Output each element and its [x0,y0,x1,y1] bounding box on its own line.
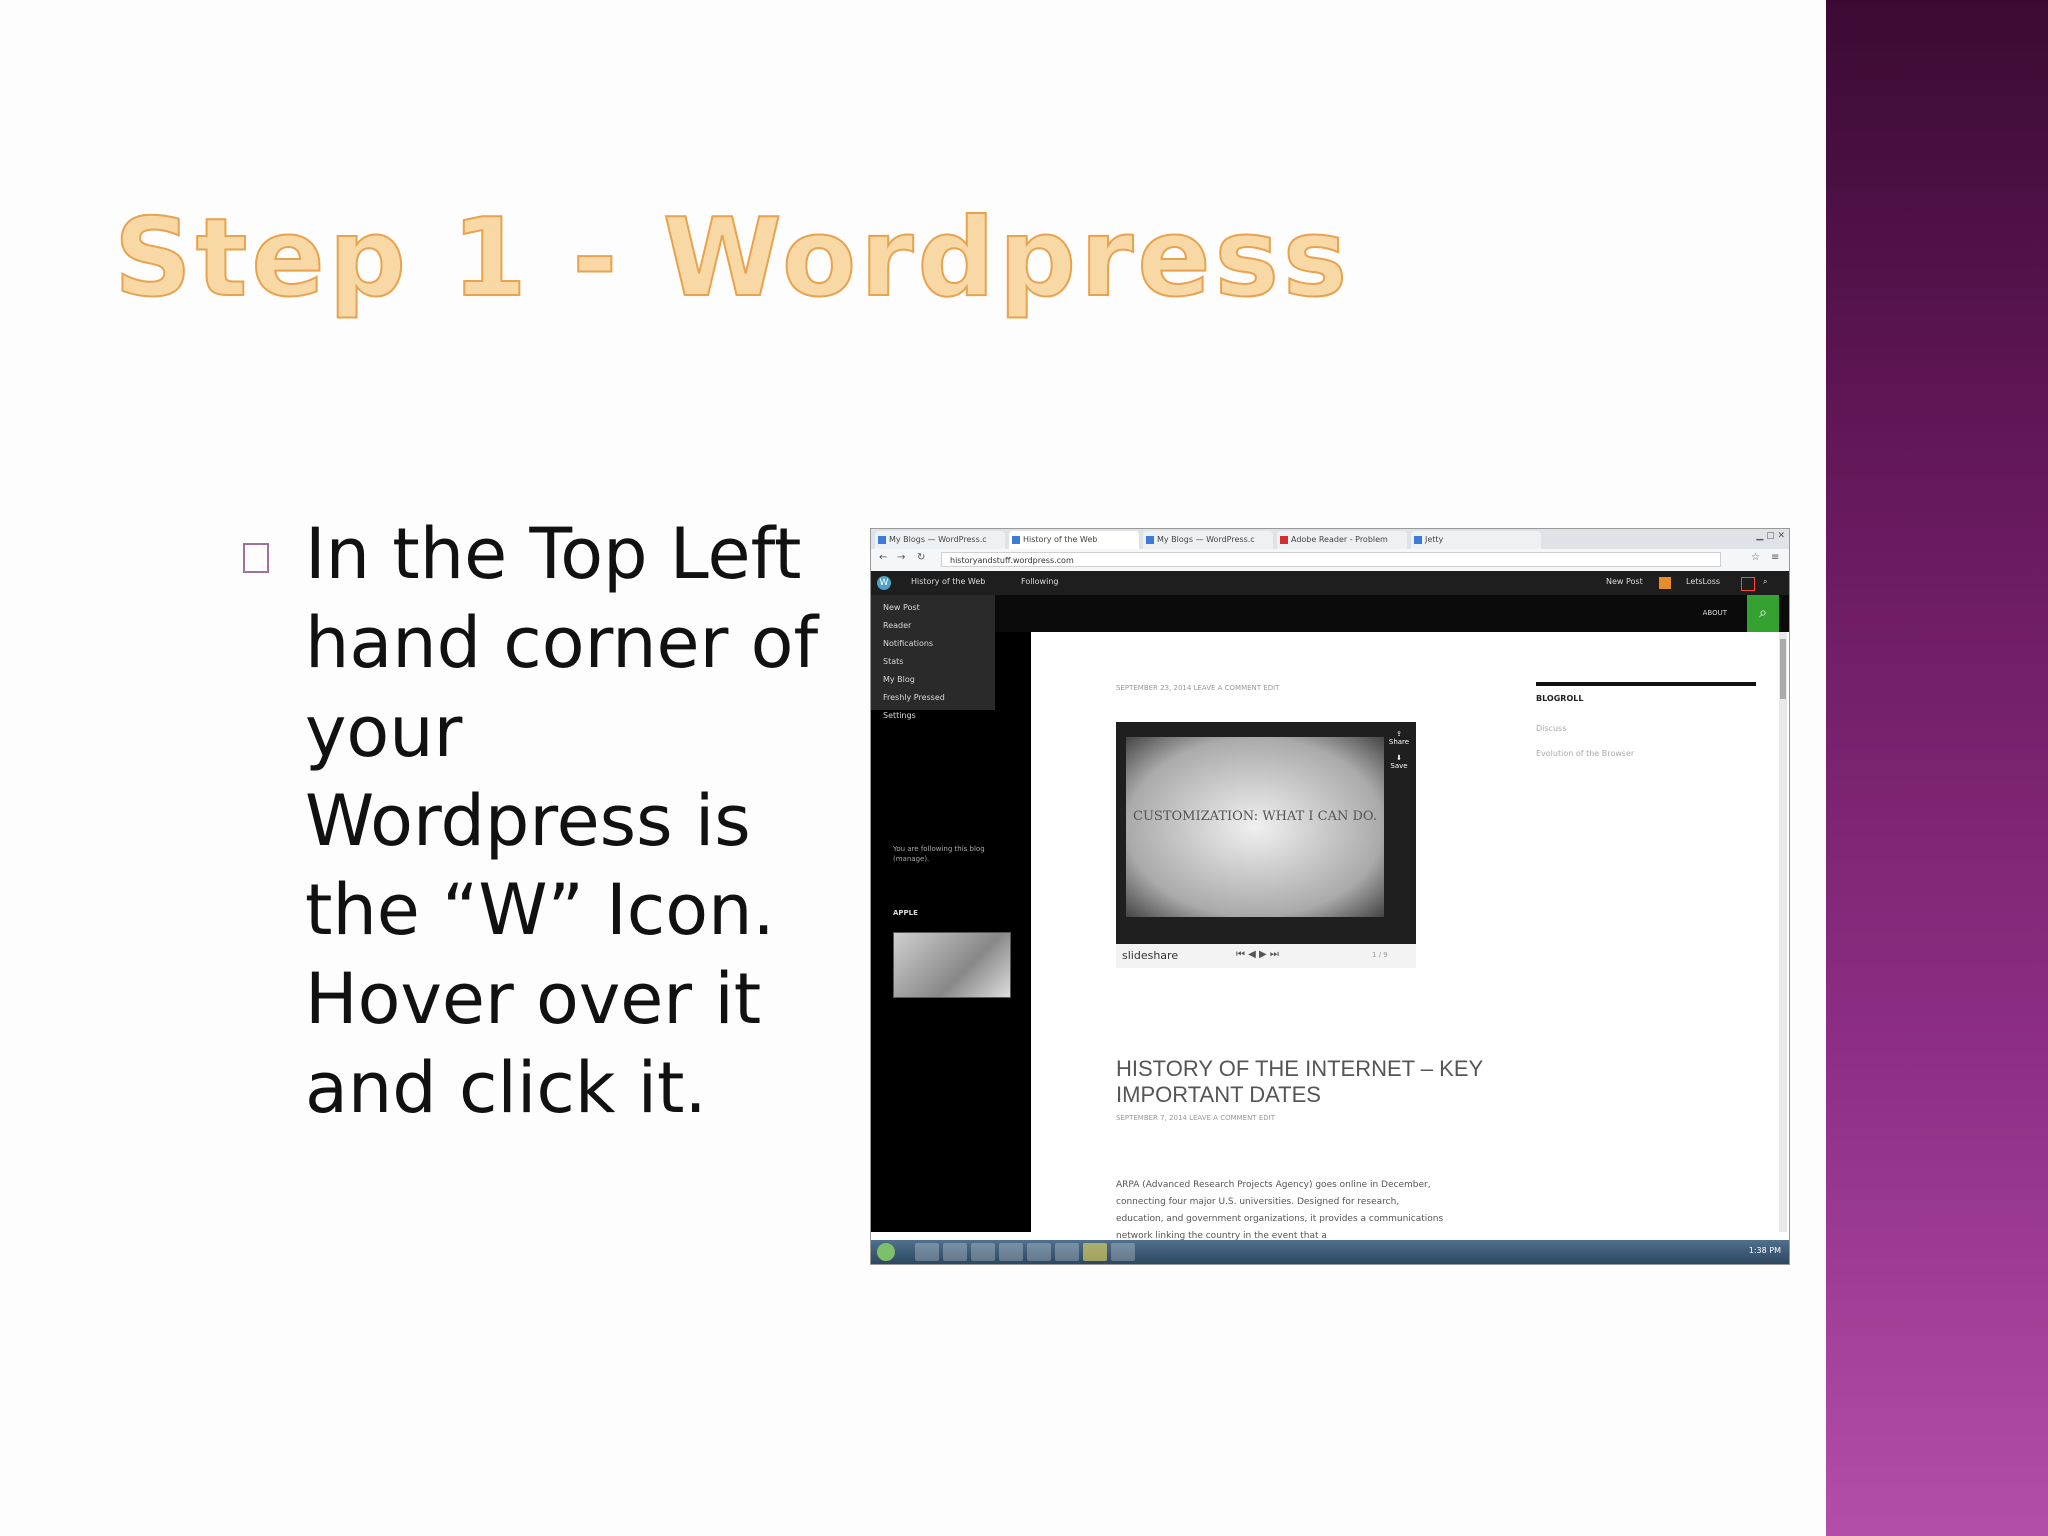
start-button[interactable] [877,1243,895,1261]
taskbar-app[interactable] [915,1243,939,1261]
dropdown-item-freshly-pressed[interactable]: Freshly Pressed [883,693,945,702]
wordpress-menu-dropdown: New Post Reader Notifications Stats My B… [871,595,995,720]
new-post-link[interactable]: New Post [1606,577,1643,586]
follow-note: You are following this blog (manage). [893,845,985,863]
menu-icon[interactable]: ≡ [1771,552,1779,563]
taskbar-app[interactable] [971,1243,995,1261]
bullet-text: In the Top Left hand corner of your Word… [305,513,819,1129]
player-controls[interactable]: ⏮ ◀ ▶ ⏭ [1236,949,1279,960]
notifications-icon[interactable] [1659,577,1671,589]
taskbar-app[interactable] [943,1243,967,1261]
phone-image [893,932,1011,998]
blogroll-divider [1536,682,1756,686]
bullet-marker-icon [243,543,269,573]
windows-taskbar: 1:38 PM [871,1240,1789,1264]
avatar[interactable] [1741,577,1755,591]
browser-tab[interactable]: My Blogs — WordPress.c [1143,531,1273,549]
post-meta: SEPTEMBER 7, 2014 LEAVE A COMMENT EDIT [1116,1114,1275,1122]
wordpress-admin-bar: W History of the Web Following New Post … [871,571,1789,595]
dropdown-item-my-blog[interactable]: My Blog [883,675,915,684]
download-icon[interactable]: ⬇ [1388,754,1410,762]
dropdown-item-stats[interactable]: Stats [883,657,903,666]
adobe-favicon-icon [1280,536,1288,544]
share-label: Share [1388,738,1410,746]
scrollbar[interactable] [1779,632,1787,1232]
wordpress-favicon-icon [1146,536,1154,544]
slide-preview: CUSTOMIZATION: WHAT I CAN DO. [1126,737,1384,917]
post-body: ARPA (Advanced Research Projects Agency)… [1116,1180,1444,1241]
site-header [871,595,1789,632]
forward-icon[interactable]: → [897,552,905,563]
slideshare-player-bar: slideshare ⏮ ◀ ▶ ⏭ 1 / 9 [1116,944,1416,968]
wordpress-screenshot: My Blogs — WordPress.c History of the We… [870,528,1790,1265]
nav-about[interactable]: ABOUT [1703,609,1727,617]
browser-tab-bar: My Blogs — WordPress.c History of the We… [871,529,1789,549]
following-link[interactable]: Following [1021,577,1058,586]
window-controls[interactable]: ▁ ▢ ✕ [1756,531,1785,541]
blogroll-heading: BLOGROLL [1536,694,1584,703]
reload-icon[interactable]: ↻ [917,552,925,563]
save-label: Save [1390,762,1408,770]
page-counter: 1 / 9 [1372,951,1388,959]
sidebar-label: APPLE [893,909,918,917]
user-menu[interactable]: LetsLoss [1686,577,1720,586]
embed-slide-title: CUSTOMIZATION: WHAT I CAN DO. [1133,809,1377,824]
site-name-link[interactable]: History of the Web [911,577,985,586]
back-icon[interactable]: ← [879,552,887,563]
blogroll-link[interactable]: Evolution of the Browser [1536,749,1634,758]
header-search-icon[interactable]: ⌕ [1747,595,1779,632]
slideshare-logo: slideshare [1122,949,1179,962]
blogroll-link[interactable]: Discuss [1536,724,1566,733]
url-field[interactable]: historyandstuff.wordpress.com [941,552,1721,567]
decorative-side-band [1826,0,2048,1536]
dropdown-item-reader[interactable]: Reader [883,621,911,630]
taskbar-app[interactable] [1111,1243,1135,1261]
bookmark-star-icon[interactable]: ☆ [1751,552,1760,563]
main-content: SEPTEMBER 23, 2014 LEAVE A COMMENT EDIT … [1031,632,1781,1241]
taskbar-app[interactable] [1055,1243,1079,1261]
slideshare-embed[interactable]: CUSTOMIZATION: WHAT I CAN DO. ⇪ Share ⬇ … [1116,722,1416,944]
taskbar-clock: 1:38 PM [1748,1246,1781,1255]
embed-actions: ⇪ Share ⬇ Save [1388,730,1410,790]
post-meta: SEPTEMBER 23, 2014 LEAVE A COMMENT EDIT [1116,684,1280,692]
dropdown-item-notifications[interactable]: Notifications [883,639,933,648]
browser-tab[interactable]: Adobe Reader - Problem [1277,531,1407,549]
wordpress-favicon-icon [1012,536,1020,544]
dropdown-item-settings[interactable]: Settings [883,711,916,720]
browser-tab[interactable]: My Blogs — WordPress.c [875,531,1005,549]
post-title[interactable]: HISTORY OF THE INTERNET – KEY IMPORTANT … [1116,1056,1496,1108]
taskbar-app[interactable] [1027,1243,1051,1261]
taskbar-app[interactable] [999,1243,1023,1261]
wordpress-favicon-icon [878,536,886,544]
dark-sidebar: You are following this blog (manage). AP… [871,632,1031,1232]
share-icon[interactable]: ⇪ [1388,730,1410,738]
scrollbar-thumb[interactable] [1780,639,1786,699]
browser-tab-active[interactable]: History of the Web [1009,531,1139,549]
page-favicon-icon [1414,536,1422,544]
slide-title: Step 1 - Wordpress [113,196,1352,321]
dropdown-item-new-post[interactable]: New Post [883,603,920,612]
wordpress-w-icon[interactable]: W [877,576,891,590]
taskbar-app[interactable] [1083,1243,1107,1261]
address-bar: ← → ↻ historyandstuff.wordpress.com ☆ ≡ [871,549,1789,572]
browser-tab[interactable]: Jetty [1411,531,1541,549]
search-icon[interactable]: ⌕ [1763,577,1767,587]
